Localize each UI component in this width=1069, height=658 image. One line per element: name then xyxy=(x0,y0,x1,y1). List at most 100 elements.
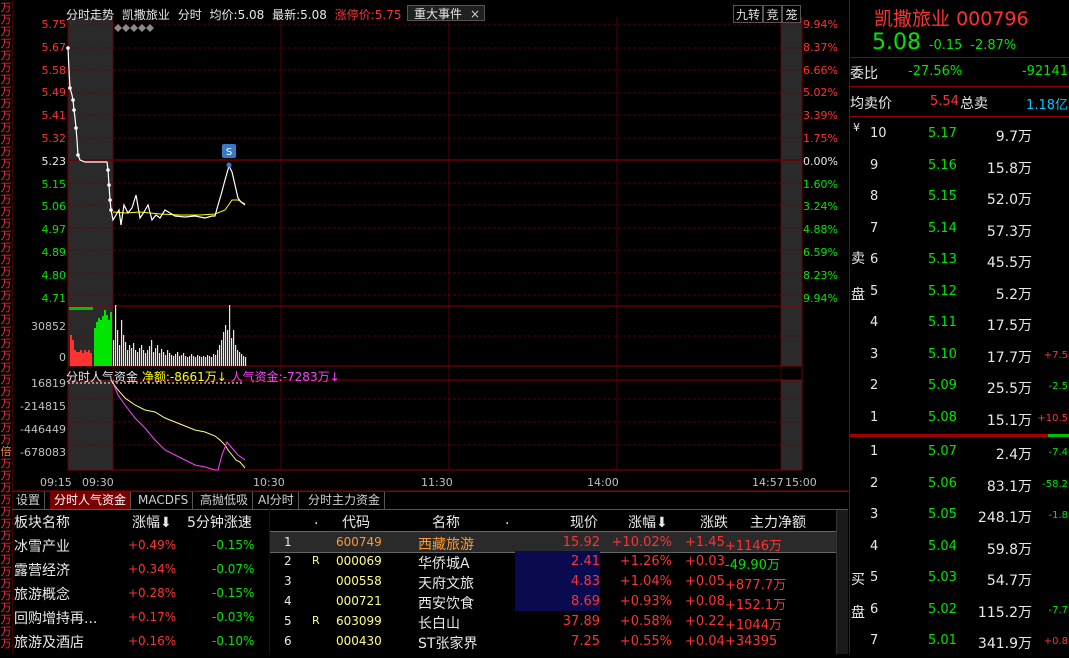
tab-major-events[interactable]: 重大事件 × xyxy=(407,5,485,21)
stock-name: 凯撒旅业 xyxy=(121,8,170,22)
tab-settings[interactable]: 设置 xyxy=(12,492,46,509)
quote.asks-row[interactable]: 1 5.08 15.1万 +10.5 xyxy=(850,403,1069,435)
tab-high-low[interactable]: 高抛低吸 xyxy=(196,492,254,509)
limit-value: 5.75 xyxy=(374,8,402,22)
pct-axis-label: 5.02% xyxy=(803,86,838,100)
stock-row[interactable]: 4 000721 西安饮食 8.69 +0.93% +0.08 +152.1万 xyxy=(270,591,836,613)
signal-s-label: S xyxy=(226,147,232,158)
avg-value: 5.08 xyxy=(237,8,265,22)
level-volume: 54.7万 xyxy=(986,573,1032,589)
stock-price: 15.92 xyxy=(562,535,600,550)
tab-main-fund[interactable]: 分时主力资金 xyxy=(304,492,386,509)
quote.asks-row[interactable]: 2 5.09 25.5万 -2.5 xyxy=(850,371,1069,403)
sector-row[interactable]: 旅游及酒店 +0.16% -0.10% xyxy=(12,629,267,653)
level-price: 5.13 xyxy=(928,252,957,267)
tab-macdfs[interactable]: MACDFS xyxy=(134,492,194,509)
level-price: 5.14 xyxy=(928,220,957,236)
stock-code: 603099 xyxy=(336,614,382,628)
stock-index: 3 xyxy=(284,574,292,588)
sector-name: 旅游及酒店 xyxy=(14,635,84,651)
quote.bids-row[interactable]: 2 5.06 83.1万 -58.2 xyxy=(850,469,1069,501)
pct-axis-label: 9.94% xyxy=(803,18,838,31)
intraday-chart[interactable]: S xyxy=(13,0,849,492)
stock-row[interactable]: 3 000558 天府文旅 4.83 +1.04% +0.05 +877.7万 xyxy=(270,571,836,593)
tab-popularity-fund[interactable]: 分时人气资金 xyxy=(50,492,132,509)
quote.asks-row[interactable]: 9 5.16 15.8万 xyxy=(850,151,1069,183)
stock-row[interactable]: 6 000430 ST张家界 7.25 +0.55% +0.04 +34395 xyxy=(270,631,836,652)
tab-ai-intraday[interactable]: AI分时 xyxy=(254,492,299,509)
stock-table: . 代码 名称. 现价 涨幅⬇ 涨跌 主力净额 1 600749 西藏旅游 15.92 +10.02%… xyxy=(269,509,848,654)
quote.bids-row[interactable]: 3 5.05 248.1万 -1.8 xyxy=(850,500,1069,532)
stock-pct: +1.04% xyxy=(619,574,672,589)
level-volume: 341.9万 xyxy=(977,636,1032,652)
pct-axis-label: 4.88% xyxy=(803,223,838,237)
sector-row[interactable]: 冰雪产业 +0.49% -0.15% xyxy=(12,533,267,557)
quote.bids-row[interactable]: 5 5.03 54.7万 xyxy=(850,563,1069,595)
limit-label: 涨停价: xyxy=(334,8,375,22)
level-volume: 52.0万 xyxy=(986,192,1032,208)
quote.asks-row[interactable]: 10 5.17 9.7万 xyxy=(850,119,1069,151)
level-label: 2 xyxy=(870,475,879,491)
quote.bids-row[interactable]: 7 5.01 341.9万 +0.8 xyxy=(850,626,1069,658)
stock-index: 2 xyxy=(284,554,292,568)
weicha-value: -92141 xyxy=(1021,64,1068,79)
col-sector-pct: 涨幅⬇ xyxy=(132,515,172,531)
level-label: 1 xyxy=(870,444,879,459)
last-value: 5.08 xyxy=(300,8,327,22)
stock-price: 7.25 xyxy=(571,634,600,649)
sector-pct: +0.16% xyxy=(128,634,177,648)
quote.bids-row[interactable]: 1 5.07 2.4万 -7.4 xyxy=(850,437,1069,469)
sector-row[interactable]: 回购增持再... +0.17% -0.03% xyxy=(12,605,267,629)
stock-chg: +0.08 xyxy=(685,594,725,609)
stock-name: 长白山 xyxy=(418,616,460,632)
close-icon[interactable]: × xyxy=(470,6,480,22)
stock-row[interactable]: 1 600749 西藏旅游 15.92 +10.02% +1.45 +1146万 xyxy=(270,531,836,554)
quote.asks-row[interactable]: 3 5.10 17.7万 +7.5 xyxy=(850,340,1069,372)
stock-flag: R xyxy=(312,554,320,567)
stock-row[interactable]: 2 R 000069 华侨城A 2.41 +1.26% +0.03 -49.90万 xyxy=(270,551,836,573)
total-sell-value: 1.18亿 xyxy=(1026,98,1068,113)
level-label: 8 xyxy=(870,189,879,204)
cage-button[interactable]: 笼 xyxy=(782,5,801,23)
level-label: 3 xyxy=(870,507,879,522)
avg-sell-row: 均卖价 5.54 总卖 1.18亿 xyxy=(850,93,1069,113)
level-label: 2 xyxy=(870,378,879,393)
nine-turn-button[interactable]: 九转 xyxy=(733,5,763,23)
quote.asks-row[interactable]: 7 5.14 57.3万 xyxy=(850,214,1069,246)
fund-header: 分时人气资金 净额:-8661万↓ 人气资金:-7283万↓ xyxy=(66,368,340,385)
quote.asks-row[interactable]: 4 5.11 17.5万 xyxy=(850,308,1069,340)
stock-row[interactable]: 5 R 603099 长白山 37.89 +0.58% +0.22 +1044万 xyxy=(270,611,836,633)
net-fund-line xyxy=(112,382,246,469)
col-sector-name: 板块名称 xyxy=(14,515,70,531)
quote-name: 凯撒旅业 xyxy=(874,8,951,30)
sector-pct: +0.49% xyxy=(128,538,177,552)
level-price: 5.11 xyxy=(928,315,957,330)
level-label: 6 xyxy=(870,601,879,617)
stock-code: 000721 xyxy=(336,594,382,608)
pct-axis-label: 9.94% xyxy=(803,291,838,305)
stock-pct: +0.58% xyxy=(619,614,672,629)
closing-band xyxy=(781,17,802,307)
quote.asks-row[interactable]: 6 5.13 45.5万 xyxy=(850,245,1069,277)
quote.asks-row[interactable]: 5 5.12 5.2万 xyxy=(850,277,1069,309)
sector-speed: -0.15% xyxy=(212,586,255,600)
chart-header: 分时走势 凯撒旅业 分时 均价:5.08 最新:5.08 涨停价:5.75 xyxy=(66,6,405,22)
stock-table-header: . 代码 名称. 现价 涨幅⬇ 涨跌 主力净额 xyxy=(270,510,836,531)
level-price: 5.03 xyxy=(928,570,957,585)
stock-table-scrollbar[interactable] xyxy=(836,510,848,654)
pct-axis-label: 3.39% xyxy=(803,109,838,123)
net-value: -8661万↓ xyxy=(169,370,227,384)
pop-label: 人气资金: xyxy=(230,370,283,384)
level-change: +0.8 xyxy=(1043,636,1068,647)
stock-chg: +0.22 xyxy=(685,614,725,629)
sector-row[interactable]: 旅游概念 +0.28% -0.15% xyxy=(12,581,267,605)
quote.bids-row[interactable]: 4 5.04 59.8万 xyxy=(850,532,1069,564)
stock-chg: +0.04 xyxy=(685,634,725,649)
stock-col-header: 涨跌 xyxy=(700,515,728,531)
sector-row[interactable]: 露营经济 +0.34% -0.07% xyxy=(12,557,267,581)
auction-button[interactable]: 竞 xyxy=(763,5,782,23)
quote.bids-row[interactable]: 6 5.02 115.2万 -7.7 xyxy=(850,595,1069,627)
fund-axis-label: -214815 xyxy=(20,400,66,413)
pct-axis-label: 8.23% xyxy=(803,268,838,282)
quote.asks-row[interactable]: 8 5.15 52.0万 xyxy=(850,182,1069,214)
